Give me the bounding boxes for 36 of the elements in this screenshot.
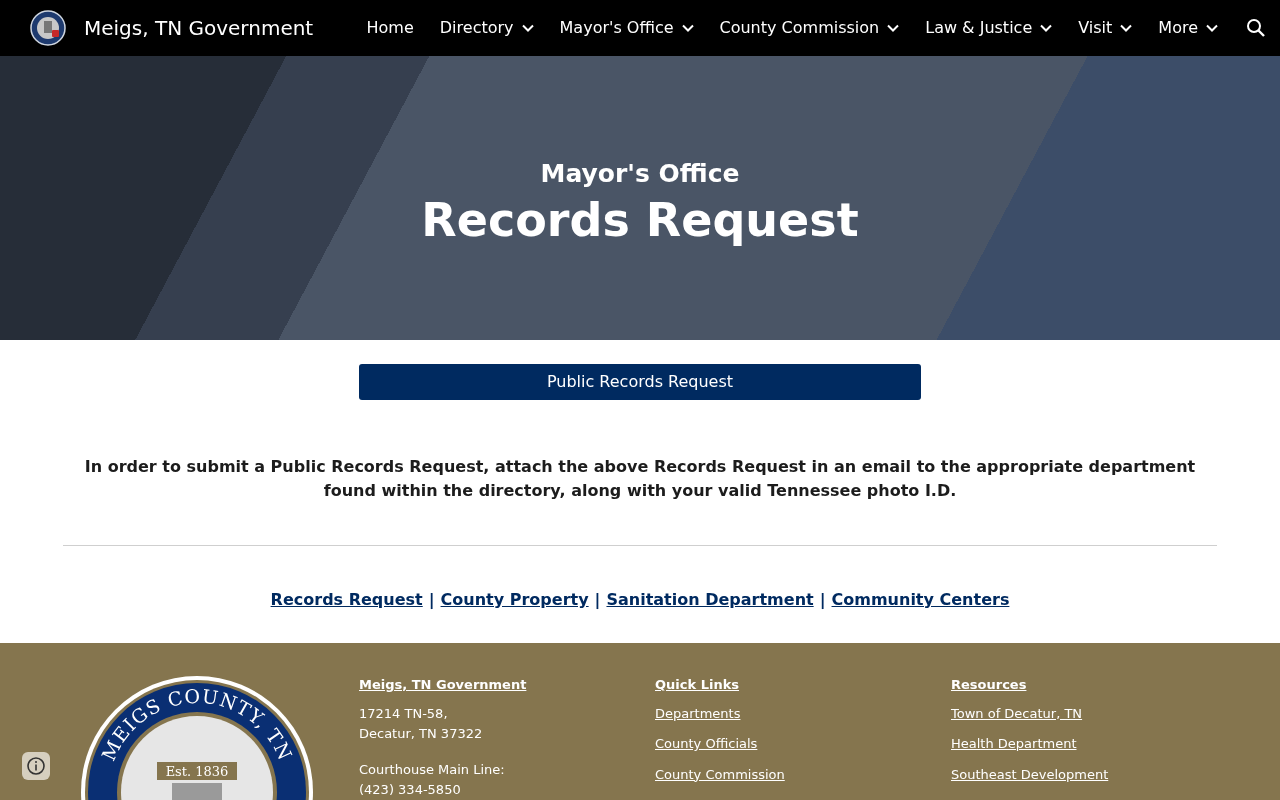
- footer-link[interactable]: Southeast Development: [951, 764, 1109, 785]
- nav-menu-item[interactable]: County Commission: [707, 16, 912, 40]
- footer-text: 17214 TN-58,: [359, 704, 449, 723]
- link-separator: |: [819, 589, 826, 611]
- info-button[interactable]: [22, 752, 50, 780]
- footer-text: Courthouse Main Line:: [359, 760, 506, 779]
- footer-column-heading[interactable]: Resources: [951, 675, 1027, 695]
- instructions-paragraph: In order to submit a Public Records Request, attach the above Records Request in an email to the appropriate department found within the directory, along with your valid Tennessee photo I.D.: [83, 456, 1197, 502]
- site-title[interactable]: Meigs, TN Government: [84, 13, 314, 43]
- footer-text: Decatur, TN 37322: [359, 724, 484, 743]
- public-records-request-button[interactable]: Public Records Request: [359, 364, 921, 400]
- info-icon: [26, 756, 46, 776]
- page-link[interactable]: Community Centers: [831, 588, 1010, 612]
- footer-link[interactable]: Town of Decatur, TN: [951, 703, 1083, 724]
- link-separator: |: [594, 589, 601, 611]
- nav-menu-item[interactable]: Mayor's Office: [547, 16, 706, 40]
- footer-link[interactable]: Departments: [655, 703, 741, 724]
- page-link[interactable]: Sanitation Department: [606, 588, 814, 612]
- link-separator: |: [428, 589, 435, 611]
- footer-link[interactable]: County Officials: [655, 734, 758, 754]
- nav-menu-item[interactable]: Home: [354, 16, 426, 40]
- page-link[interactable]: Records Request: [270, 588, 423, 612]
- nav-menu-item[interactable]: Directory: [427, 16, 546, 40]
- footer-column-heading[interactable]: Meigs, TN Government: [359, 675, 527, 695]
- footer-text: (423) 334-5850: [359, 780, 462, 799]
- nav-menu-item[interactable]: Visit: [1066, 16, 1145, 40]
- nav-menu-item[interactable]: Law & Justice: [913, 16, 1065, 40]
- footer-column-heading[interactable]: Quick Links: [655, 675, 740, 695]
- search-icon[interactable]: [1246, 18, 1266, 38]
- footer-link[interactable]: Health Department: [951, 734, 1077, 754]
- county-seal-icon: [30, 10, 66, 46]
- page-link[interactable]: County Property: [440, 588, 589, 612]
- footer-link[interactable]: County Commission: [655, 764, 785, 785]
- hero-subtitle: Mayor's Office: [540, 157, 740, 190]
- hero-title: Records Request: [421, 192, 859, 249]
- nav-menu-item[interactable]: More: [1146, 16, 1230, 40]
